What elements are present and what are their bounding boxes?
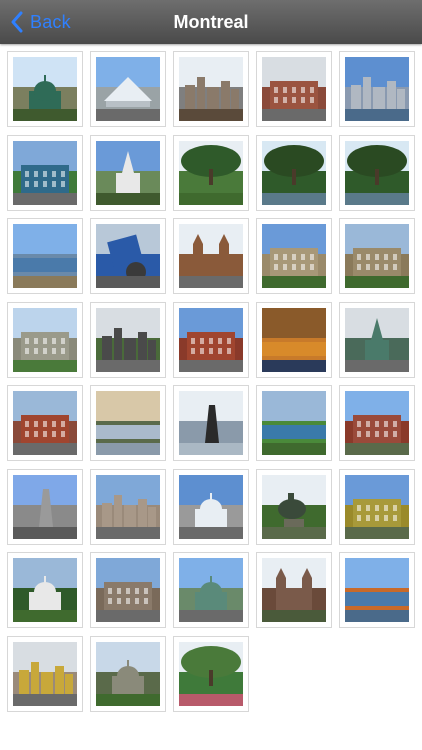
photo-image <box>96 641 160 706</box>
photo-image <box>179 140 243 205</box>
photo-image <box>262 307 326 372</box>
photo-image <box>179 57 243 121</box>
photo-thumbnail-27[interactable] <box>90 468 166 545</box>
photo-image <box>96 474 160 539</box>
photo-thumbnail-37[interactable] <box>90 635 166 712</box>
photo-image <box>13 558 77 622</box>
photo-thumbnail-32[interactable] <box>90 552 166 628</box>
photo-thumbnail-5[interactable] <box>339 51 415 127</box>
photo-thumbnail-15[interactable] <box>339 218 415 294</box>
photo-thumbnail-2[interactable] <box>90 51 166 127</box>
photo-image <box>262 140 326 205</box>
photo-thumbnail-28[interactable] <box>173 468 249 545</box>
photo-thumbnail-3[interactable] <box>173 51 249 127</box>
photo-thumbnail-31[interactable] <box>7 552 83 628</box>
photo-image <box>13 307 77 372</box>
photo-thumbnail-8[interactable] <box>173 134 249 211</box>
photo-image <box>96 57 160 121</box>
photo-image <box>96 558 160 622</box>
photo-image <box>179 474 243 539</box>
photo-image <box>345 307 409 372</box>
photo-image <box>345 391 409 455</box>
photo-thumbnail-25[interactable] <box>339 385 415 461</box>
photo-image <box>179 391 243 455</box>
photo-thumbnail-34[interactable] <box>256 552 332 628</box>
photo-image <box>345 57 409 121</box>
photo-thumbnail-19[interactable] <box>256 301 332 378</box>
photo-thumbnail-24[interactable] <box>256 385 332 461</box>
photo-thumbnail-22[interactable] <box>90 385 166 461</box>
photo-image <box>96 224 160 288</box>
page-title: Montreal <box>173 12 249 32</box>
photo-image <box>13 391 77 455</box>
photo-image <box>13 641 77 706</box>
photo-thumbnail-26[interactable] <box>7 468 83 545</box>
photo-thumbnail-30[interactable] <box>339 468 415 545</box>
photo-thumbnail-4[interactable] <box>256 51 332 127</box>
photo-image <box>262 558 326 622</box>
photo-thumbnail-13[interactable] <box>173 218 249 294</box>
photo-image <box>179 558 243 622</box>
photo-image <box>262 474 326 539</box>
photo-image <box>262 57 326 121</box>
photo-thumbnail-20[interactable] <box>339 301 415 378</box>
photo-thumbnail-21[interactable] <box>7 385 83 461</box>
photo-thumbnail-11[interactable] <box>7 218 83 294</box>
photo-image <box>13 140 77 205</box>
photo-image <box>96 391 160 455</box>
photo-thumbnail-17[interactable] <box>90 301 166 378</box>
photo-image <box>345 558 409 622</box>
photo-image <box>262 391 326 455</box>
photo-thumbnail-16[interactable] <box>7 301 83 378</box>
photo-thumbnail-14[interactable] <box>256 218 332 294</box>
photo-image <box>96 307 160 372</box>
photo-image <box>13 224 77 288</box>
photo-grid <box>7 51 419 712</box>
photo-thumbnail-10[interactable] <box>339 134 415 211</box>
photo-image <box>179 224 243 288</box>
photo-image <box>13 474 77 539</box>
photo-thumbnail-6[interactable] <box>7 134 83 211</box>
photo-thumbnail-33[interactable] <box>173 552 249 628</box>
navigation-bar: Back Montreal <box>0 0 422 44</box>
photo-image <box>262 224 326 288</box>
photo-thumbnail-38[interactable] <box>173 635 249 712</box>
photo-thumbnail-36[interactable] <box>7 635 83 712</box>
photo-image <box>179 641 243 706</box>
photo-image <box>179 307 243 372</box>
photo-image <box>96 140 160 205</box>
photo-thumbnail-1[interactable] <box>7 51 83 127</box>
photo-image <box>13 57 77 121</box>
photo-image <box>345 140 409 205</box>
photo-thumbnail-29[interactable] <box>256 468 332 545</box>
photo-thumbnail-18[interactable] <box>173 301 249 378</box>
photo-thumbnail-9[interactable] <box>256 134 332 211</box>
photo-thumbnail-7[interactable] <box>90 134 166 211</box>
photo-image <box>345 474 409 539</box>
photo-image <box>345 224 409 288</box>
photo-thumbnail-35[interactable] <box>339 552 415 628</box>
photo-thumbnail-23[interactable] <box>173 385 249 461</box>
photo-thumbnail-12[interactable] <box>90 218 166 294</box>
